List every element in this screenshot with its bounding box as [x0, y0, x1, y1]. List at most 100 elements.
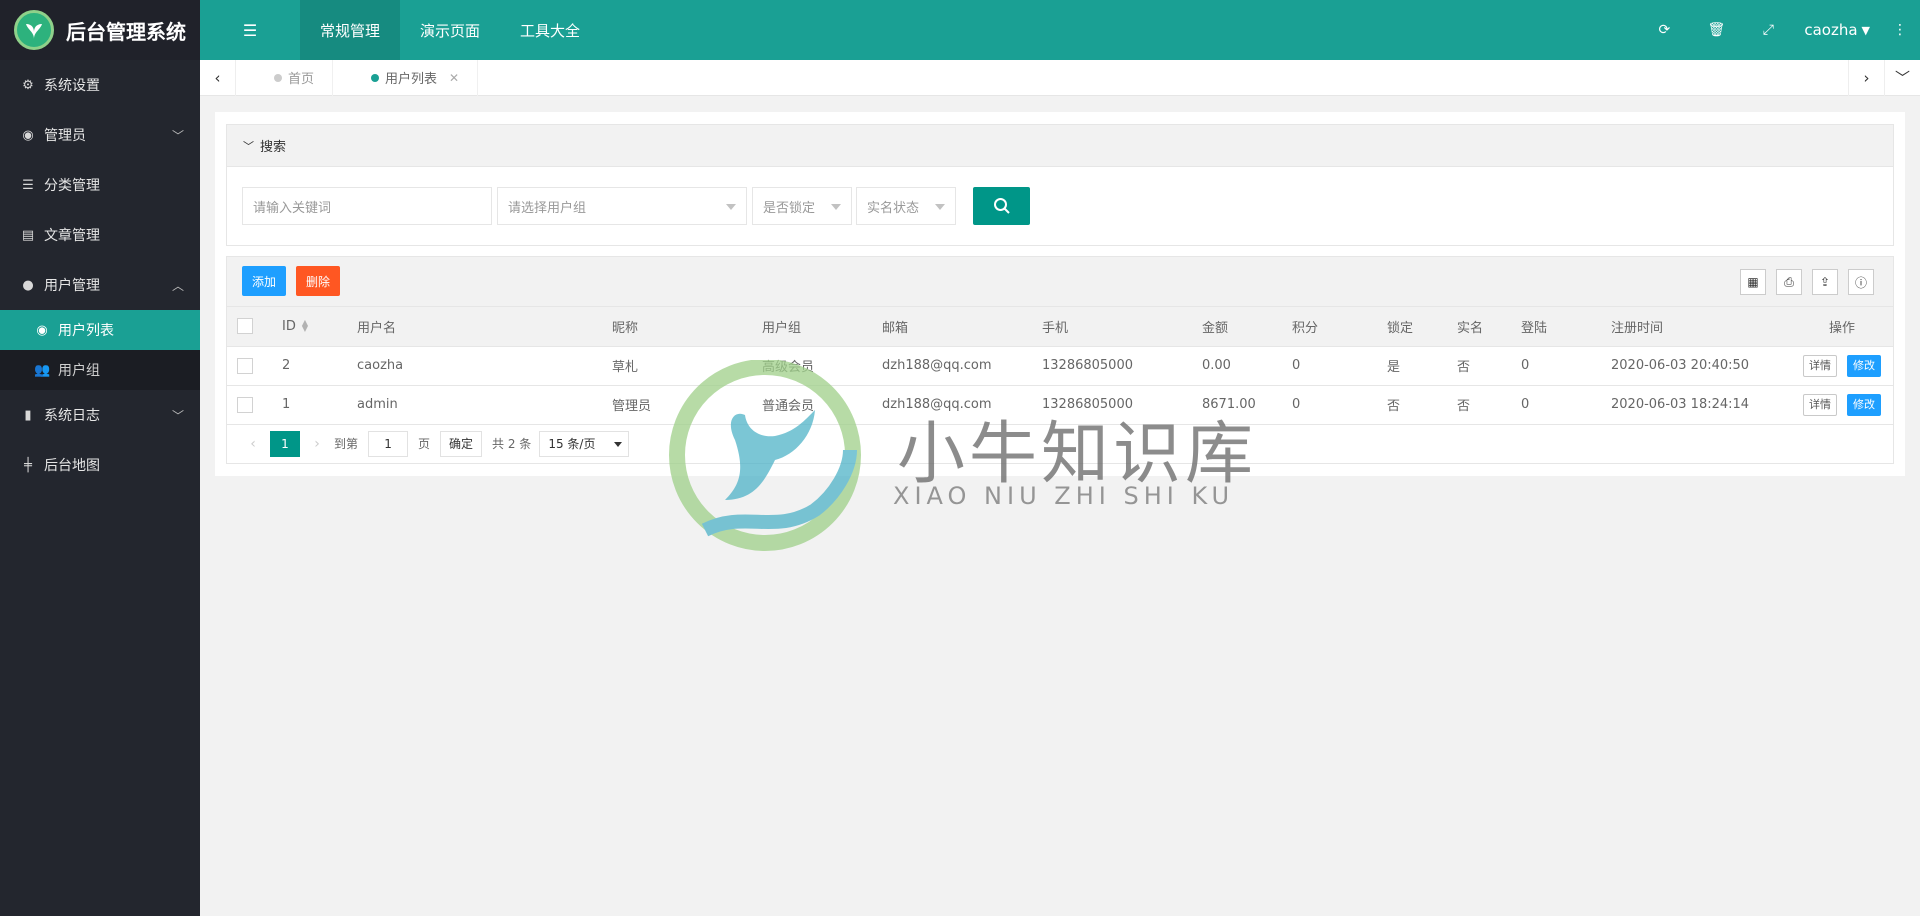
tab-home[interactable]: 首页 — [236, 59, 334, 96]
search-panel-header[interactable]: ﹀ 搜索 — [227, 125, 1893, 167]
dropdown-arrow-icon — [614, 441, 623, 447]
sidebar-item-system-settings[interactable]: ⚙ 系统设置 — [0, 60, 200, 110]
detail-button[interactable]: 详情 — [1803, 354, 1837, 377]
sidebar-item-label: 用户管理 — [44, 278, 100, 294]
close-icon[interactable]: ✕ — [449, 71, 459, 85]
goto-label: 到第 — [334, 437, 359, 451]
cell-username: admin — [357, 385, 612, 425]
header-menu-demo[interactable]: 演示页面 — [400, 0, 500, 60]
prev-page-icon[interactable]: ‹ — [242, 436, 264, 452]
app-title: 后台管理系统 — [66, 19, 186, 44]
sidebar-toggle-button[interactable]: ☰ — [200, 0, 300, 60]
tab-dot — [371, 73, 380, 82]
top-header: ☰ 常规管理 演示页面 工具大全 ⟳ 🗑 ⤢ caozha ▼ ⋮ — [200, 0, 1920, 60]
chevron-down-icon: ﹀ — [171, 128, 184, 143]
sidebar-subitem-user-list[interactable]: ◉ 用户列表 — [0, 310, 200, 350]
tabs-options-chevron-icon[interactable]: ﹀ — [1884, 59, 1920, 96]
realname-select[interactable]: 实名状态 — [856, 187, 956, 225]
refresh-icon[interactable]: ⟳ — [1638, 0, 1690, 60]
col-reg-time: 注册时间 — [1611, 307, 1791, 347]
sidebar-item-admin[interactable]: ◉ 管理员 ﹀ — [0, 110, 200, 160]
row-checkbox[interactable] — [237, 396, 253, 413]
col-phone: 手机 — [1042, 307, 1202, 347]
info-icon[interactable]: ⓘ — [1848, 269, 1874, 295]
sidebar-item-sitemap[interactable]: ╪ 后台地图 — [0, 440, 200, 490]
cell-id: 1 — [282, 385, 357, 425]
col-id[interactable]: ID — [282, 319, 296, 334]
page-size-select[interactable]: 15 条/页 — [539, 430, 630, 457]
edit-button[interactable]: 修改 — [1847, 354, 1881, 377]
chevron-up-icon: ︿ — [171, 278, 184, 293]
user-menu[interactable]: caozha ▼ — [1794, 21, 1880, 39]
current-page[interactable]: 1 — [270, 430, 300, 457]
cell-amount: 0.00 — [1202, 346, 1292, 386]
caret-down-icon: ▼ — [1861, 23, 1870, 37]
header-menu-general[interactable]: 常规管理 — [300, 0, 401, 60]
sidebar-item-category[interactable]: ☰ 分类管理 — [0, 160, 200, 210]
more-vertical-icon[interactable]: ⋮ — [1880, 0, 1920, 60]
username-label: caozha — [1804, 21, 1858, 39]
cell-logins: 0 — [1521, 385, 1611, 425]
columns-filter-icon[interactable]: ▦ — [1740, 269, 1766, 295]
row-checkbox[interactable] — [237, 357, 253, 374]
goto-page-input[interactable]: 1 — [368, 430, 409, 457]
col-group: 用户组 — [762, 307, 882, 347]
users-icon: 👥 — [34, 362, 51, 378]
next-page-icon[interactable]: › — [306, 436, 328, 452]
sidebar-subitem-label: 用户组 — [58, 363, 100, 379]
delete-button[interactable]: 删除 — [296, 266, 340, 296]
realname-placeholder: 实名状态 — [867, 200, 920, 216]
edit-button[interactable]: 修改 — [1847, 393, 1881, 416]
signpost-icon: ╪ — [24, 457, 32, 473]
tabs-scroll-right-icon[interactable]: › — [1848, 59, 1884, 96]
locked-select[interactable]: 是否锁定 — [752, 187, 852, 225]
search-button[interactable] — [973, 187, 1030, 225]
user-table-panel: 添加 删除 ▦ ⎙ ⇪ ⓘ ID ▲ ▼ 用户名 昵称 用户组 邮箱 手机 金额 积… — [226, 256, 1894, 464]
print-icon[interactable]: ⎙ — [1776, 269, 1802, 295]
user-circle-icon: ◉ — [22, 127, 34, 143]
cell-points: 0 — [1292, 385, 1387, 425]
sidebar-subitem-user-group[interactable]: 👥 用户组 — [0, 350, 200, 390]
sidebar: 后台管理系统 ⚙ 系统设置 ◉ 管理员 ﹀ ☰ 分类管理 ▤ 文章管理 ● 用户… — [0, 0, 200, 916]
tabs-scroll-left-icon[interactable]: ‹ — [200, 59, 236, 96]
tab-dot — [274, 73, 282, 82]
cell-realname: 否 — [1457, 385, 1521, 425]
table-header-row: ID ▲ ▼ 用户名 昵称 用户组 邮箱 手机 金额 积分 锁定 实名 登陆 注册时… — [227, 307, 1893, 347]
sort-icon[interactable]: ▲ ▼ — [302, 319, 308, 333]
cell-amount: 8671.00 — [1202, 385, 1292, 425]
user-group-select[interactable]: 请选择用户组 — [497, 187, 747, 225]
col-logins: 登陆 — [1521, 307, 1611, 347]
logo[interactable]: 后台管理系统 — [0, 0, 200, 60]
sidebar-item-users[interactable]: ● 用户管理 ︿ — [0, 260, 200, 310]
export-icon[interactable]: ⇪ — [1812, 269, 1838, 295]
sidebar-item-label: 管理员 — [44, 128, 86, 144]
select-all-checkbox[interactable] — [237, 318, 253, 335]
cell-nickname: 草札 — [612, 346, 762, 386]
detail-button[interactable]: 详情 — [1803, 393, 1837, 416]
cell-locked: 是 — [1387, 346, 1457, 386]
fullscreen-icon[interactable]: ⤢ — [1742, 0, 1794, 60]
add-button[interactable]: 添加 — [242, 266, 286, 296]
cell-phone: 13286805000 — [1042, 385, 1202, 425]
table-row: 2 caozha 草札 高级会员 dzh188@qq.com 132868050… — [227, 346, 1893, 386]
sidebar-item-label: 系统日志 — [44, 408, 100, 424]
user-circle-icon: ◉ — [36, 322, 48, 338]
page-tabs: ‹ 首页 用户列表 ✕ › ﹀ — [200, 59, 1920, 96]
trash-icon[interactable]: 🗑 — [1690, 0, 1742, 60]
user-icon: ● — [22, 277, 34, 293]
goto-confirm-button[interactable]: 确定 — [440, 430, 483, 457]
col-realname: 实名 — [1457, 307, 1521, 347]
cell-group: 普通会员 — [762, 385, 882, 425]
header-menu-tools[interactable]: 工具大全 — [500, 0, 600, 60]
chevron-down-icon: ﹀ — [243, 139, 254, 153]
col-username: 用户名 — [357, 307, 612, 347]
dropdown-arrow-icon — [935, 204, 945, 210]
sidebar-item-system-log[interactable]: ▮ 系统日志 ﹀ — [0, 390, 200, 440]
gears-icon: ⚙ — [22, 77, 34, 93]
sidebar-item-label: 后台地图 — [44, 458, 100, 474]
tab-user-list[interactable]: 用户列表 ✕ — [333, 59, 479, 96]
keyword-input[interactable]: 请输入关键词 — [242, 187, 492, 225]
menu-toggle-icon: ☰ — [242, 20, 258, 40]
cell-reg-time: 2020-06-03 18:24:14 — [1611, 385, 1791, 425]
sidebar-item-articles[interactable]: ▤ 文章管理 — [0, 210, 200, 260]
